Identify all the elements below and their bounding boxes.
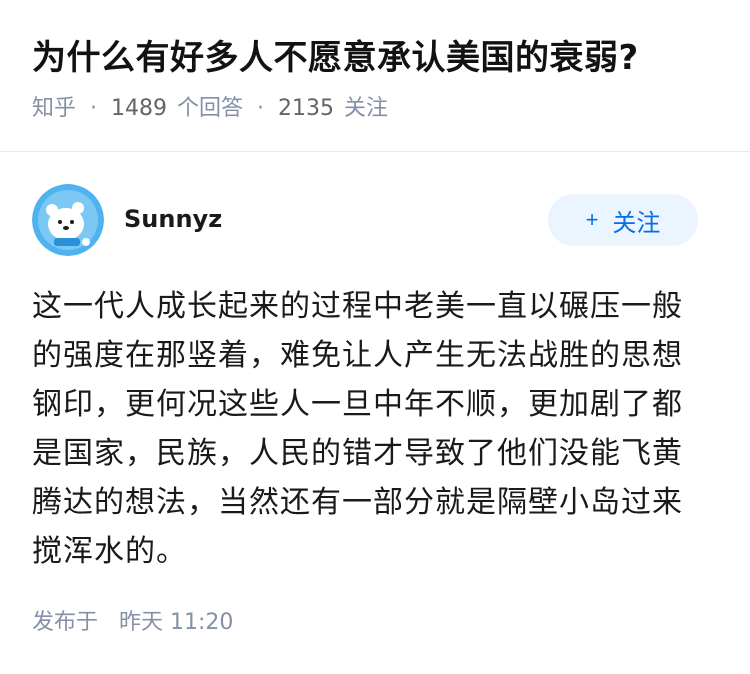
answer-content: 这一代人成长起来的过程中老美一直以碾压一般的强度在那竖着，难免让人产生无法战胜的… (32, 289, 683, 569)
publish-info: 发布于 昨天 11:20 (32, 606, 233, 640)
meta-separator: · (257, 96, 265, 121)
answer-count-label[interactable]: 个回答 (177, 93, 243, 125)
source-label[interactable]: 知乎 (32, 93, 76, 125)
follower-count-label[interactable]: 关注 (344, 93, 388, 125)
follower-count: 2135 (278, 96, 335, 121)
publish-label: 发布于 (32, 610, 99, 635)
publish-time: 昨天 11:20 (119, 610, 234, 635)
question-header: 为什么有好多人不愿意承认美国的衰弱? 知乎 · 1489 个回答 · 2135 … (0, 0, 750, 152)
question-meta: 知乎 · 1489 个回答 · 2135 关注 (32, 93, 388, 125)
meta-separator: · (90, 96, 98, 121)
author-row: Sunnyz + 关注 (32, 184, 698, 256)
plus-icon: + (585, 207, 599, 232)
answer-count: 1489 (111, 96, 168, 121)
polar-bear-avatar-icon[interactable] (32, 184, 104, 256)
follow-button[interactable]: + 关注 (548, 194, 698, 246)
follow-button-label: 关注 (612, 209, 661, 237)
question-title[interactable]: 为什么有好多人不愿意承认美国的衰弱? (32, 34, 639, 82)
author-name[interactable]: Sunnyz (124, 202, 222, 236)
